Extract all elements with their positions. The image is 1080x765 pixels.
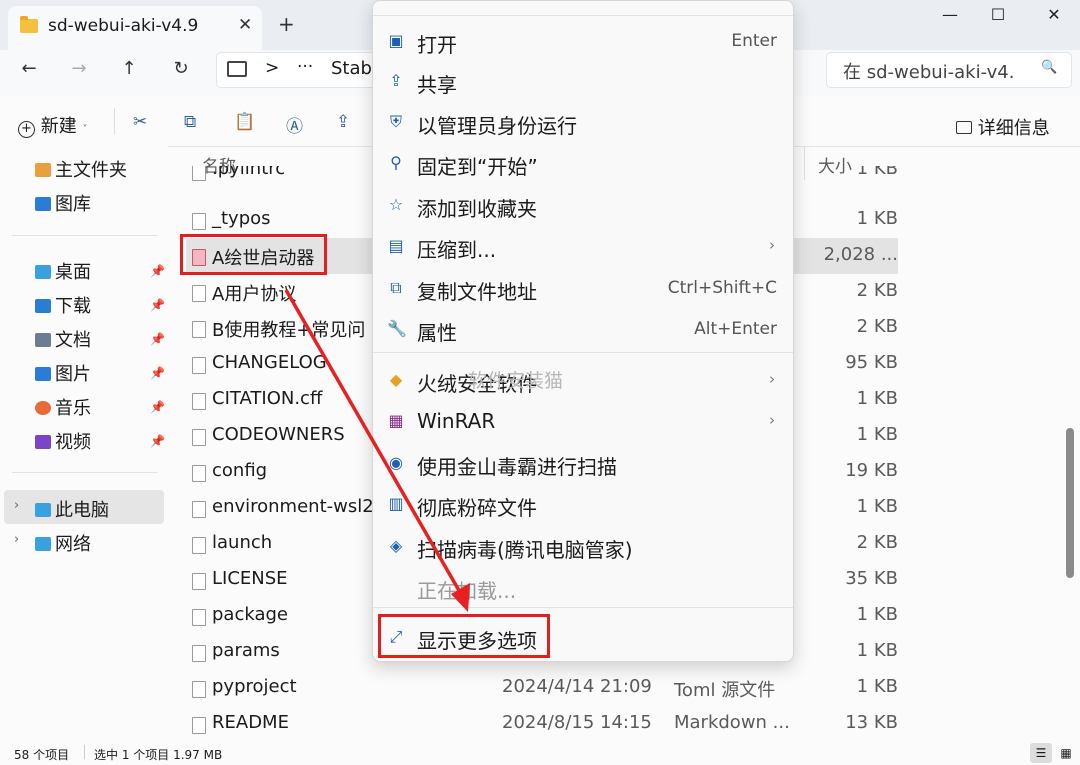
- arrow-head: [451, 583, 470, 612]
- annotation-arrow: [284, 289, 470, 612]
- arrow-line: [284, 289, 463, 595]
